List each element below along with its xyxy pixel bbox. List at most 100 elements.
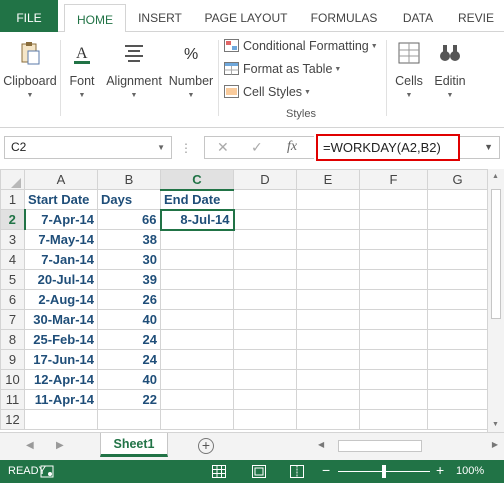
cell-b3[interactable]: 38 [97, 229, 161, 250]
row-header[interactable]: 2 [0, 209, 26, 230]
insert-function-icon[interactable]: fx [287, 139, 297, 155]
row-header[interactable]: 4 [0, 249, 25, 270]
row-header[interactable]: 10 [0, 369, 25, 390]
column-header-g[interactable]: G [427, 169, 488, 190]
empty-cell[interactable] [427, 189, 488, 210]
expand-formula-bar-icon[interactable]: ▼ [460, 136, 500, 159]
conditional-formatting-button[interactable]: Conditional Formatting ▼ [224, 36, 378, 56]
empty-cell[interactable] [427, 409, 488, 430]
empty-cell[interactable] [233, 209, 297, 230]
tab-page-layout[interactable]: PAGE LAYOUT [202, 0, 290, 32]
empty-cell[interactable] [233, 369, 297, 390]
empty-cell[interactable] [296, 409, 360, 430]
empty-cell[interactable] [296, 209, 360, 230]
cell-b2[interactable]: 66 [97, 209, 161, 230]
empty-cell[interactable] [359, 269, 428, 290]
empty-cell[interactable] [427, 249, 488, 270]
row-header[interactable]: 11 [0, 389, 25, 410]
zoom-in-button[interactable]: + [436, 462, 444, 478]
row-header[interactable]: 12 [0, 409, 25, 430]
vertical-scrollbar[interactable]: ▲ ▼ [487, 169, 504, 432]
zoom-out-button[interactable]: − [322, 462, 330, 478]
scroll-thumb[interactable] [491, 189, 501, 319]
empty-cell[interactable] [296, 289, 360, 310]
worksheet[interactable]: A B C D E F G 1 Start Date Days End Date 2 7-… [0, 169, 504, 432]
editing-group[interactable]: Editin ▼ [430, 36, 470, 116]
empty-cell[interactable] [359, 329, 428, 350]
empty-cell[interactable] [296, 389, 360, 410]
cell-b11[interactable]: 22 [97, 389, 161, 410]
scroll-thumb[interactable] [338, 440, 422, 452]
column-header-f[interactable]: F [359, 169, 428, 190]
empty-cell[interactable] [296, 249, 360, 270]
empty-cell[interactable] [359, 209, 428, 230]
empty-cell[interactable] [359, 229, 428, 250]
empty-cell[interactable] [427, 269, 488, 290]
empty-cell[interactable] [233, 189, 297, 210]
empty-cell[interactable] [233, 349, 297, 370]
cell-c9[interactable] [160, 349, 234, 370]
tab-insert[interactable]: INSERT [134, 0, 186, 32]
empty-cell[interactable] [427, 329, 488, 350]
cell-c4[interactable] [160, 249, 234, 270]
format-as-table-button[interactable]: Format as Table ▼ [224, 59, 341, 79]
normal-view-icon[interactable] [212, 465, 226, 478]
row-header[interactable]: 7 [0, 309, 25, 330]
cell-styles-button[interactable]: Cell Styles ▼ [224, 82, 311, 102]
cell-b12[interactable] [97, 409, 161, 430]
empty-cell[interactable] [296, 229, 360, 250]
cell-b9[interactable]: 24 [97, 349, 161, 370]
row-header[interactable]: 6 [0, 289, 25, 310]
clipboard-group[interactable]: Clipboard ▼ [0, 36, 60, 116]
empty-cell[interactable] [427, 369, 488, 390]
cells-group[interactable]: Cells ▼ [390, 36, 428, 116]
cell-c11[interactable] [160, 389, 234, 410]
cell-c1[interactable]: End Date [160, 189, 234, 210]
tab-formulas[interactable]: FORMULAS [306, 0, 382, 32]
macro-record-icon[interactable] [40, 465, 54, 478]
alignment-group[interactable]: Alignment ▼ [104, 36, 164, 116]
column-header-e[interactable]: E [296, 169, 360, 190]
empty-cell[interactable] [359, 409, 428, 430]
empty-cell[interactable] [233, 249, 297, 270]
column-header-d[interactable]: D [233, 169, 297, 190]
zoom-level[interactable]: 100% [456, 465, 484, 477]
cell-a9[interactable]: 17-Jun-14 [24, 349, 98, 370]
empty-cell[interactable] [233, 309, 297, 330]
prev-sheet-icon[interactable]: ◀ [26, 440, 34, 451]
empty-cell[interactable] [427, 309, 488, 330]
cancel-icon[interactable]: ✕ [217, 139, 229, 156]
tab-home[interactable]: HOME [64, 4, 126, 33]
cell-a3[interactable]: 7-May-14 [24, 229, 98, 250]
tab-review[interactable]: REVIE [458, 0, 504, 32]
row-header[interactable]: 5 [0, 269, 25, 290]
cell-b6[interactable]: 26 [97, 289, 161, 310]
horizontal-scrollbar[interactable]: ◀ ▶ [304, 439, 502, 454]
cell-a2[interactable]: 7-Apr-14 [24, 209, 98, 230]
empty-cell[interactable] [296, 349, 360, 370]
row-header[interactable]: 9 [0, 349, 25, 370]
resize-handle-icon[interactable]: ⋮ [180, 141, 192, 155]
cell-a5[interactable]: 20-Jul-14 [24, 269, 98, 290]
column-header-a[interactable]: A [24, 169, 98, 190]
cell-c10[interactable] [160, 369, 234, 390]
empty-cell[interactable] [296, 329, 360, 350]
empty-cell[interactable] [233, 329, 297, 350]
cell-b7[interactable]: 40 [97, 309, 161, 330]
empty-cell[interactable] [233, 289, 297, 310]
plus-circle-icon[interactable]: + [198, 438, 214, 454]
empty-cell[interactable] [233, 269, 297, 290]
number-group[interactable]: % Number ▼ [166, 36, 216, 116]
cell-a11[interactable]: 11-Apr-14 [24, 389, 98, 410]
cell-c8[interactable] [160, 329, 234, 350]
empty-cell[interactable] [296, 189, 360, 210]
scroll-left-icon[interactable]: ◀ [318, 440, 324, 449]
page-layout-view-icon[interactable] [252, 465, 266, 478]
cell-c5[interactable] [160, 269, 234, 290]
scroll-down-icon[interactable]: ▼ [492, 421, 499, 428]
empty-cell[interactable] [427, 349, 488, 370]
cell-b1[interactable]: Days [97, 189, 161, 210]
empty-cell[interactable] [233, 409, 297, 430]
cell-a10[interactable]: 12-Apr-14 [24, 369, 98, 390]
cell-c6[interactable] [160, 289, 234, 310]
